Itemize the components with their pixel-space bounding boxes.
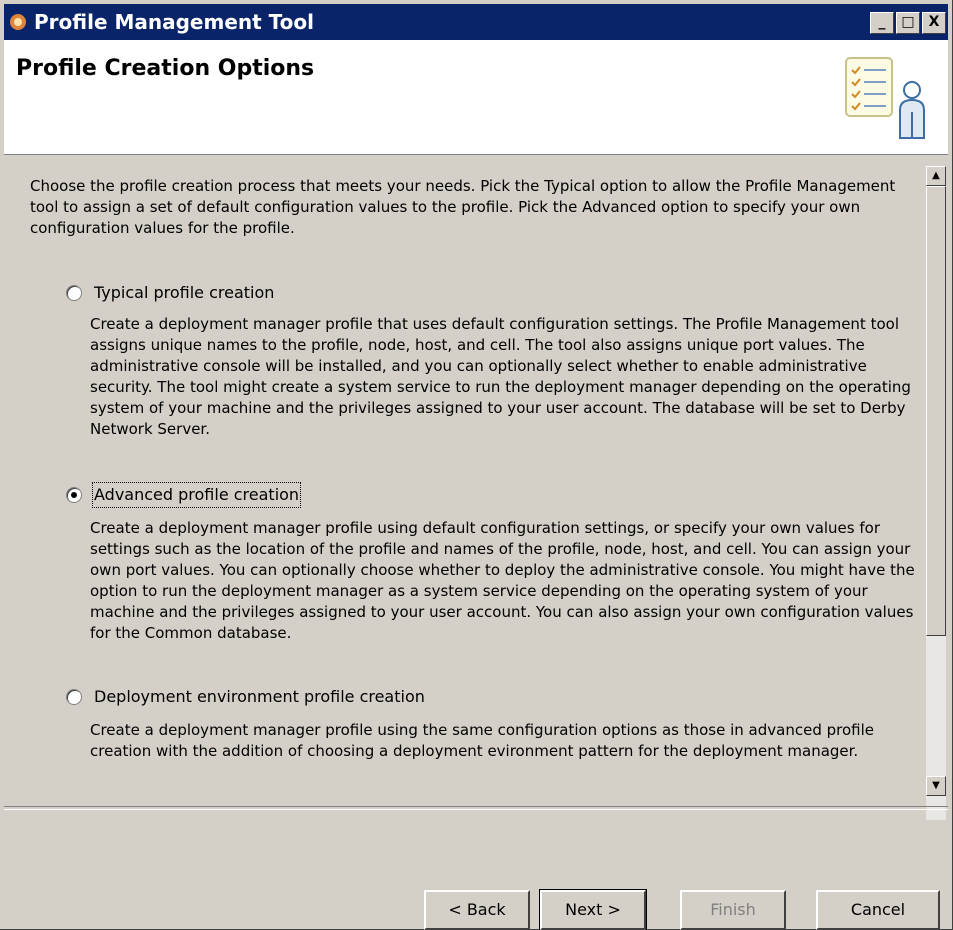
window-title: Profile Management Tool — [34, 10, 314, 34]
intro-text: Choose the profile creation process that… — [30, 177, 896, 237]
deployment-environment-label[interactable]: Deployment environment profile creation — [94, 686, 425, 708]
footer-divider — [4, 806, 948, 810]
checklist-person-icon — [845, 57, 925, 139]
options-panel: Choose the profile creation process that… — [4, 156, 948, 820]
title-bar[interactable]: Profile Management Tool _ □ X — [4, 4, 948, 40]
back-button[interactable]: < Back — [424, 890, 530, 930]
app-icon — [10, 14, 26, 30]
next-button[interactable]: Next > — [539, 889, 647, 930]
vertical-scrollbar[interactable]: ▲ ▼ — [926, 166, 946, 820]
maximize-button[interactable]: □ — [896, 12, 920, 34]
option-typical[interactable]: Typical profile creation — [66, 282, 566, 306]
typical-label[interactable]: Typical profile creation — [94, 282, 274, 304]
deployment-environment-description: Create a deployment manager profile usin… — [90, 721, 874, 760]
deployment-environment-radio[interactable] — [66, 689, 82, 705]
wizard-header: Profile Creation Options — [4, 40, 948, 155]
option-deployment-environment[interactable]: Deployment environment profile creation — [66, 686, 566, 710]
typical-radio[interactable] — [66, 285, 82, 301]
profile-management-window: Profile Management Tool _ □ X Profile Cr… — [0, 0, 953, 930]
scroll-thumb[interactable] — [926, 186, 946, 636]
advanced-description: Create a deployment manager profile usin… — [90, 519, 915, 642]
option-advanced[interactable]: Advanced profile creation — [66, 482, 566, 508]
advanced-label[interactable]: Advanced profile creation — [91, 482, 302, 508]
minimize-button[interactable]: _ — [870, 12, 894, 34]
advanced-radio[interactable] — [66, 487, 82, 503]
close-button[interactable]: X — [922, 12, 946, 34]
cancel-button[interactable]: Cancel — [816, 890, 940, 930]
typical-description: Create a deployment manager profile that… — [90, 315, 911, 438]
finish-button[interactable]: Finish — [680, 890, 786, 930]
scroll-down-icon[interactable]: ▼ — [926, 776, 946, 796]
page-title: Profile Creation Options — [16, 56, 315, 81]
scroll-up-icon[interactable]: ▲ — [926, 166, 946, 186]
